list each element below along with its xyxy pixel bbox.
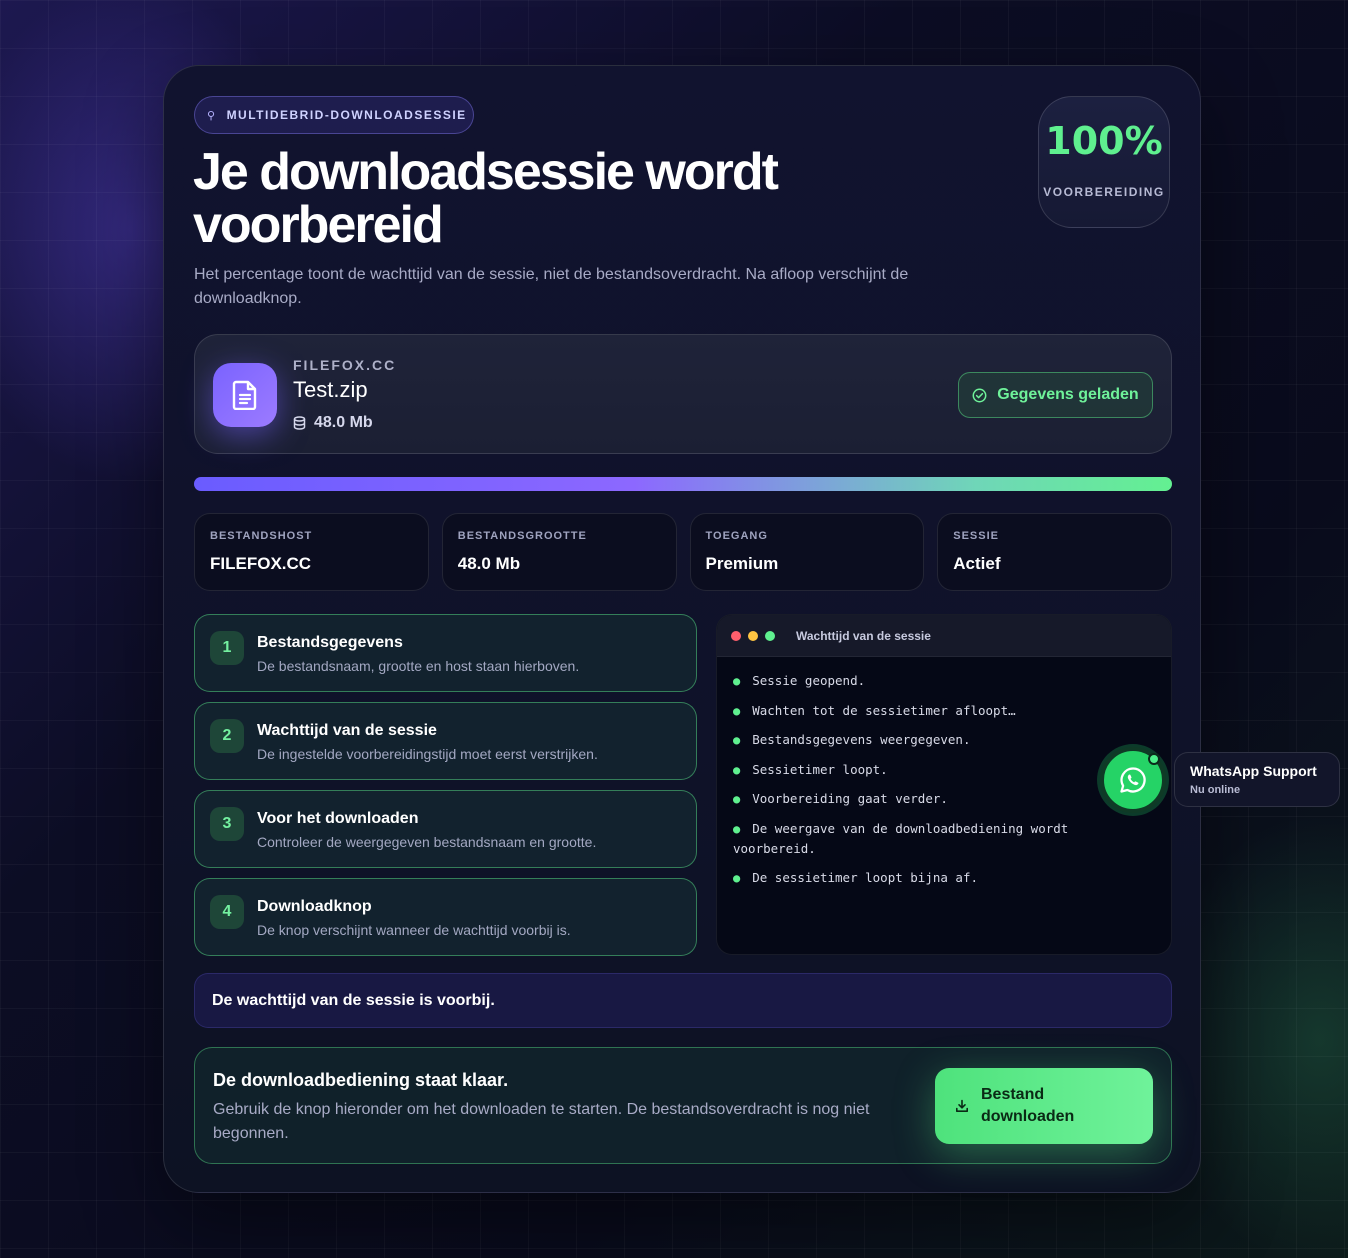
- whatsapp-support-button[interactable]: [1100, 747, 1166, 813]
- log-line: ● Sessie geopend.: [733, 671, 1155, 691]
- download-session-card: ⚲ MULTIDEBRID-DOWNLOADSESSIE Je download…: [163, 65, 1201, 1193]
- step-item: 3 Voor het downloaden Controleer de weer…: [194, 790, 697, 868]
- step-number: 3: [210, 807, 244, 841]
- file-size-value: 48.0 Mb: [314, 414, 373, 431]
- stat-session: SESSIE Actief: [937, 513, 1172, 591]
- stat-value: Premium: [705, 554, 779, 573]
- percentage-label: VOORBEREIDING: [1043, 185, 1165, 199]
- whatsapp-support-label[interactable]: WhatsApp Support Nu online: [1174, 752, 1340, 807]
- bullet-icon: ●: [733, 762, 741, 777]
- step-item: 2 Wachttijd van de sessie De ingestelde …: [194, 702, 697, 780]
- step-number: 2: [210, 719, 244, 753]
- percentage-value: 100%: [1045, 119, 1163, 163]
- online-indicator: [1148, 753, 1160, 765]
- progress-fill: [194, 477, 1172, 491]
- download-file-button[interactable]: Bestand downloaden: [935, 1068, 1153, 1144]
- step-number: 1: [210, 631, 244, 665]
- whatsapp-icon: [1120, 767, 1146, 793]
- log-text: Bestandsgegevens weergegeven.: [752, 732, 971, 747]
- file-size: 48.0 Mb: [293, 414, 373, 432]
- steps-list: 1 Bestandsgegevens De bestandsnaam, groo…: [194, 614, 697, 966]
- ready-title: De downloadbediening staat klaar.: [213, 1070, 509, 1090]
- ready-description: Gebruik de knop hieronder om het downloa…: [213, 1101, 870, 1142]
- bullet-icon: ●: [733, 871, 741, 885]
- terminal-title: Wachttijd van de sessie: [796, 628, 931, 643]
- step-title: Bestandsgegevens: [257, 634, 403, 651]
- step-description: De bestandsnaam, grootte en host staan h…: [257, 658, 580, 674]
- stats-row: BESTANDSHOST FILEFOX.CC BESTANDSGROOTTE …: [194, 513, 1172, 591]
- log-line: ● De sessietimer loopt bijna af.: [733, 868, 1155, 888]
- bullet-icon: ●: [733, 792, 741, 806]
- bullet-icon: ●: [733, 733, 741, 747]
- log-text: De weergave van de downloadbediening wor…: [733, 820, 1069, 856]
- log-text: Sessie geopend.: [752, 673, 866, 688]
- step-description: De knop verschijnt wanneer de wachttijd …: [257, 922, 571, 938]
- stat-file-size: BESTANDSGROOTTE 48.0 Mb: [441, 513, 677, 591]
- step-number: 4: [210, 895, 244, 929]
- stat-value: 48.0 Mb: [457, 554, 521, 573]
- stat-access: TOEGANG Premium: [689, 513, 925, 591]
- log-text: Sessietimer loopt.: [752, 761, 888, 777]
- page-title: Je downloadsessie wordt voorbereid: [193, 143, 779, 254]
- support-title: WhatsApp Support: [1190, 763, 1317, 779]
- log-text: Wachten tot de sessietimer afloopt…: [752, 702, 1016, 718]
- step-title: Wachttijd van de sessie: [257, 722, 437, 739]
- log-text: De sessietimer loopt bijna af.: [752, 870, 979, 885]
- page-subtitle: Het percentage toont de wachttijd van de…: [194, 266, 909, 307]
- step-item: 4 Downloadknop De knop verschijnt wannee…: [194, 878, 697, 956]
- bullet-icon: ●: [733, 703, 741, 718]
- rocket-icon: ⚲: [207, 109, 217, 122]
- progress-bar: [194, 477, 1172, 491]
- download-button-label: Bestand downloaden: [981, 1086, 1075, 1125]
- window-dot-green: [765, 630, 775, 641]
- log-line: ● Bestandsgegevens weergegeven.: [733, 730, 1155, 750]
- file-info-card: FILEFOX.CC Test.zip 48.0 Mb Gegevens gel…: [194, 334, 1172, 454]
- window-dot-red: [731, 630, 741, 641]
- log-line: ● De weergave van de downloadbediening wo…: [733, 819, 1155, 859]
- data-loaded-status: Gegevens geladen: [958, 372, 1153, 418]
- waiting-complete-message: De wachttijd van de sessie is voorbij.: [194, 973, 1172, 1028]
- stat-label: SESSIE: [953, 530, 999, 542]
- stat-file-host: BESTANDSHOST FILEFOX.CC: [194, 513, 429, 591]
- file-host: FILEFOX.CC: [293, 357, 397, 373]
- step-description: De ingestelde voorbereidingstijd moet ee…: [257, 746, 598, 762]
- window-dot-yellow: [748, 630, 758, 641]
- log-line: ● Voorbereiding gaat verder.: [733, 789, 1155, 809]
- file-name: Test.zip: [293, 377, 368, 402]
- log-line: ● Wachten tot de sessietimer afloopt…: [733, 701, 1155, 721]
- stat-value: FILEFOX.CC: [210, 554, 312, 573]
- bullet-icon: ●: [733, 821, 741, 836]
- stat-value: Actief: [953, 554, 1001, 573]
- database-icon: [293, 416, 306, 430]
- check-circle-icon: [972, 388, 987, 402]
- document-icon: [213, 363, 277, 427]
- preparation-percentage: 100% VOORBEREIDING: [1038, 96, 1170, 228]
- download-icon: [956, 1099, 968, 1112]
- step-description: Controleer de weergegeven bestandsnaam e…: [257, 834, 597, 850]
- stat-label: BESTANDSGROOTTE: [457, 530, 587, 542]
- step-title: Voor het downloaden: [257, 810, 419, 827]
- log-text: Voorbereiding gaat verder.: [752, 791, 948, 806]
- stat-label: TOEGANG: [705, 530, 768, 542]
- session-badge: ⚲ MULTIDEBRID-DOWNLOADSESSIE: [194, 96, 474, 134]
- stat-label: BESTANDSHOST: [210, 530, 313, 542]
- log-line: ● Sessietimer loopt.: [733, 760, 1155, 780]
- terminal-header: Wachttijd van de sessie: [717, 615, 1171, 657]
- data-loaded-label: Gegevens geladen: [997, 386, 1139, 403]
- download-ready-card: De downloadbediening staat klaar. Gebrui…: [194, 1047, 1172, 1164]
- session-badge-label: MULTIDEBRID-DOWNLOADSESSIE: [226, 108, 467, 122]
- step-title: Downloadknop: [257, 898, 372, 915]
- support-status: Nu online: [1190, 784, 1241, 796]
- bullet-icon: ●: [733, 674, 741, 688]
- step-item: 1 Bestandsgegevens De bestandsnaam, groo…: [194, 614, 697, 692]
